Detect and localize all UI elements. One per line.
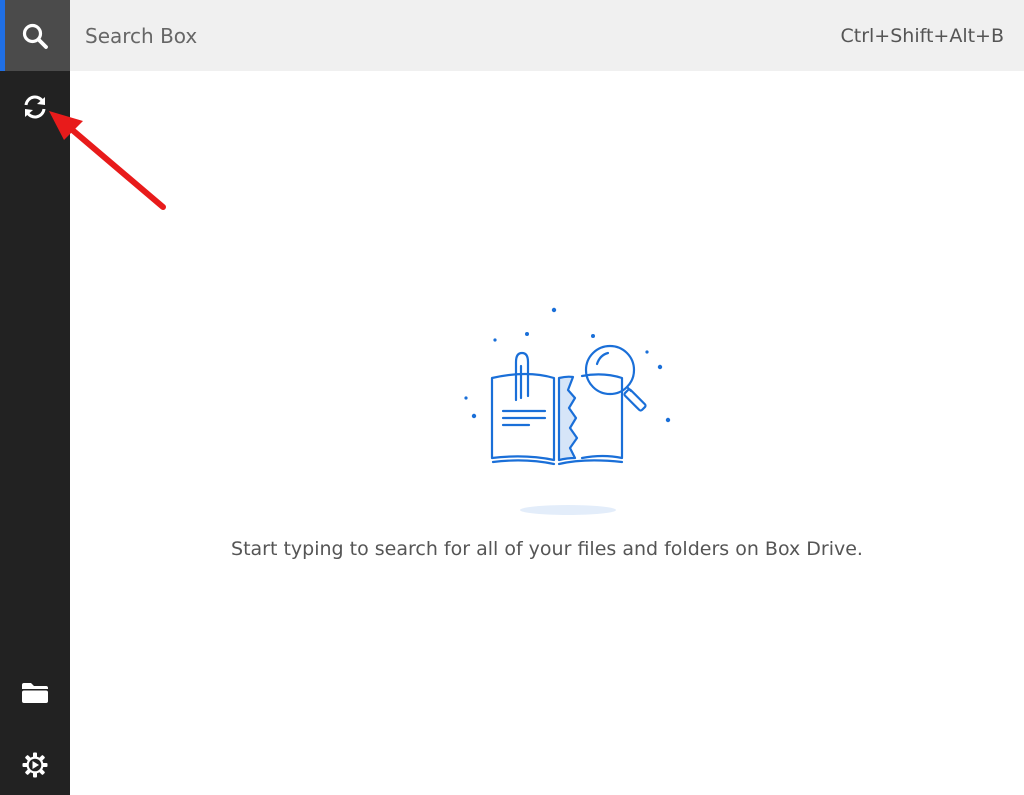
folder-icon: [20, 680, 50, 706]
book-magnifier-illustration: [455, 298, 685, 523]
box-drive-app: Ctrl+Shift+Alt+B: [0, 0, 1024, 795]
gear-icon: [21, 751, 49, 779]
search-bar: Ctrl+Shift+Alt+B: [70, 0, 1024, 71]
red-arrow-icon: [49, 111, 166, 210]
keyboard-shortcut-label: Ctrl+Shift+Alt+B: [840, 24, 1004, 47]
sidebar-item-folder[interactable]: [0, 657, 70, 728]
sidebar-item-search[interactable]: [0, 0, 70, 71]
empty-state-message: Start typing to search for all of your f…: [231, 538, 863, 560]
search-input[interactable]: [85, 23, 685, 48]
sidebar-item-settings[interactable]: [0, 729, 70, 795]
search-icon: [21, 22, 49, 50]
